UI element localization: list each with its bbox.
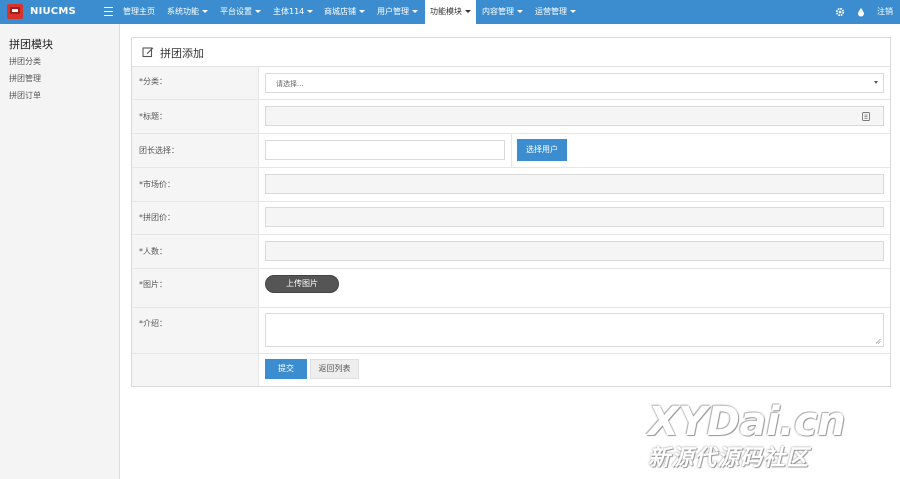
divider xyxy=(511,134,512,168)
chevron-down-icon xyxy=(202,10,208,13)
sidebar-title: 拼团模块 xyxy=(9,38,53,51)
app-logo-icon xyxy=(7,4,23,19)
form-row-intro: *介绍： xyxy=(132,308,890,354)
chevron-down-icon xyxy=(570,10,576,13)
watermark: XYDai.cn 新源代源码社区 xyxy=(648,400,888,472)
people-label: *人数： xyxy=(139,247,167,256)
form-row-title: *标题： xyxy=(132,100,890,134)
upload-image-button[interactable]: 上传图片 xyxy=(265,275,339,293)
sidebar-item-group-category[interactable]: 拼团分类 xyxy=(9,56,41,67)
intro-textarea[interactable] xyxy=(265,313,884,347)
image-label: *图片： xyxy=(139,280,167,289)
form-row-actions: 提交 返回列表 xyxy=(132,354,890,386)
leader-label: 团长选择： xyxy=(139,146,179,155)
nav-item-main114[interactable]: 主体114 xyxy=(273,0,314,24)
chevron-down-icon xyxy=(359,10,365,13)
form-row-category: *分类： 请选择... xyxy=(132,67,890,100)
select-user-button[interactable]: 选择用户 xyxy=(517,139,567,161)
form-panel: 拼团添加 *分类： 请选择... *标题： 团长选择： 选择用户 *市场价： *… xyxy=(131,37,891,387)
back-to-list-button[interactable]: 返回列表 xyxy=(310,359,359,379)
leader-input[interactable] xyxy=(265,140,505,160)
sidebar-item-group-orders[interactable]: 拼团订单 xyxy=(9,90,41,101)
watermark-main: XYDai.cn xyxy=(648,399,846,445)
nav-item-modules[interactable]: 功能模块 xyxy=(425,0,476,24)
logout-link[interactable]: 注销 xyxy=(877,0,893,24)
menu-toggle-icon[interactable] xyxy=(104,7,113,16)
droplet-icon[interactable] xyxy=(856,7,866,17)
nav-item-users[interactable]: 用户管理 xyxy=(377,0,418,24)
nav-item-shop[interactable]: 商城店铺 xyxy=(324,0,365,24)
brand-name[interactable]: NIUCMS xyxy=(30,6,76,17)
sidebar: 拼团模块 拼团分类 拼团管理 拼团订单 xyxy=(0,24,120,479)
form-row-leader: 团长选择： 选择用户 xyxy=(132,134,890,168)
nav-item-content[interactable]: 内容管理 xyxy=(482,0,523,24)
chevron-down-icon xyxy=(517,10,523,13)
form-row-people: *人数： xyxy=(132,235,890,269)
group-price-label: *拼团价： xyxy=(139,213,175,222)
market-price-input[interactable] xyxy=(265,174,884,194)
resize-handle-icon[interactable] xyxy=(875,338,881,344)
category-label: *分类： xyxy=(139,77,167,86)
gear-icon[interactable] xyxy=(835,7,845,17)
panel-header: 拼团添加 xyxy=(132,38,890,67)
people-input[interactable] xyxy=(265,241,884,261)
title-input[interactable] xyxy=(265,106,884,126)
edit-icon xyxy=(142,47,154,58)
market-price-label: *市场价： xyxy=(139,180,175,189)
chevron-down-icon xyxy=(412,10,418,13)
sidebar-item-group-manage[interactable]: 拼团管理 xyxy=(9,73,41,84)
chevron-down-icon xyxy=(874,81,878,84)
nav-item-home[interactable]: 管理主页 xyxy=(123,0,155,24)
title-label: *标题： xyxy=(139,112,167,121)
category-select[interactable]: 请选择... xyxy=(265,73,884,93)
form-row-image: *图片： 上传图片 xyxy=(132,269,890,308)
panel-title: 拼团添加 xyxy=(160,47,204,60)
submit-button[interactable]: 提交 xyxy=(265,359,307,379)
nav-item-operations[interactable]: 运营管理 xyxy=(535,0,576,24)
nav-item-system[interactable]: 系统功能 xyxy=(167,0,208,24)
form-row-market-price: *市场价： xyxy=(132,168,890,202)
nav-item-platform[interactable]: 平台设置 xyxy=(220,0,261,24)
list-icon xyxy=(862,112,870,121)
top-navbar: NIUCMS 管理主页 系统功能 平台设置 主体114 商城店铺 用户管理 功能… xyxy=(0,0,900,24)
chevron-down-icon xyxy=(307,10,314,13)
intro-label: *介绍： xyxy=(139,319,167,328)
form-row-group-price: *拼团价： xyxy=(132,202,890,235)
group-price-input[interactable] xyxy=(265,207,884,227)
chevron-down-icon xyxy=(255,10,261,13)
chevron-down-icon xyxy=(465,10,471,13)
watermark-sub: 新源代源码社区 xyxy=(648,446,810,471)
category-select-value: 请选择... xyxy=(276,80,304,88)
